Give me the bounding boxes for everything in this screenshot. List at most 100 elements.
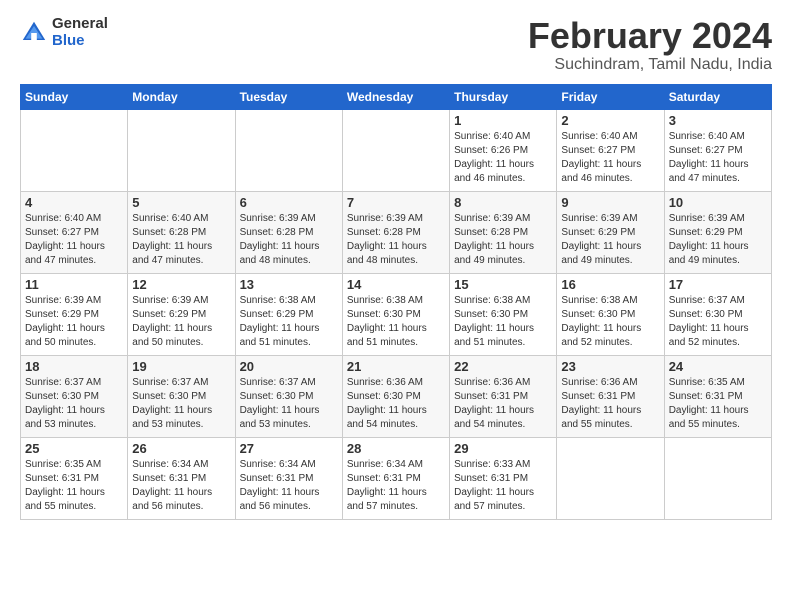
col-saturday: Saturday [664,84,771,109]
day-number: 15 [454,277,552,292]
day-info: Sunrise: 6:37 AM Sunset: 6:30 PM Dayligh… [240,376,338,432]
day-number: 14 [347,277,445,292]
table-row [342,109,449,191]
day-number: 16 [561,277,659,292]
day-number: 25 [25,441,123,456]
day-info: Sunrise: 6:36 AM Sunset: 6:31 PM Dayligh… [561,376,659,432]
table-row: 4 Sunrise: 6:40 AM Sunset: 6:27 PM Daylig… [21,191,128,273]
page: General Blue February 2024 Suchindram, T… [0,0,792,530]
table-row: 10 Sunrise: 6:39 AM Sunset: 6:29 PM Dayli… [664,191,771,273]
day-info: Sunrise: 6:38 AM Sunset: 6:30 PM Dayligh… [454,294,552,350]
day-info: Sunrise: 6:38 AM Sunset: 6:30 PM Dayligh… [561,294,659,350]
logo-icon [20,19,48,47]
table-row [21,109,128,191]
day-number: 13 [240,277,338,292]
logo-text: General Blue [52,16,108,49]
table-row: 12 Sunrise: 6:39 AM Sunset: 6:29 PM Dayli… [128,273,235,355]
day-info: Sunrise: 6:36 AM Sunset: 6:31 PM Dayligh… [454,376,552,432]
calendar-week-2: 11 Sunrise: 6:39 AM Sunset: 6:29 PM Dayli… [21,273,772,355]
day-number: 27 [240,441,338,456]
day-info: Sunrise: 6:40 AM Sunset: 6:27 PM Dayligh… [25,212,123,268]
table-row: 23 Sunrise: 6:36 AM Sunset: 6:31 PM Dayli… [557,355,664,437]
day-number: 8 [454,195,552,210]
day-number: 11 [25,277,123,292]
day-info: Sunrise: 6:37 AM Sunset: 6:30 PM Dayligh… [132,376,230,432]
table-row: 15 Sunrise: 6:38 AM Sunset: 6:30 PM Dayli… [450,273,557,355]
day-number: 9 [561,195,659,210]
table-row [235,109,342,191]
day-info: Sunrise: 6:34 AM Sunset: 6:31 PM Dayligh… [347,458,445,514]
day-info: Sunrise: 6:37 AM Sunset: 6:30 PM Dayligh… [669,294,767,350]
day-number: 12 [132,277,230,292]
header-row: Sunday Monday Tuesday Wednesday Thursday… [21,84,772,109]
col-thursday: Thursday [450,84,557,109]
table-row: 26Sunrise: 6:34 AM Sunset: 6:31 PM Dayli… [128,437,235,519]
table-row: 11Sunrise: 6:39 AM Sunset: 6:29 PM Dayli… [21,273,128,355]
table-row: 20 Sunrise: 6:37 AM Sunset: 6:30 PM Dayli… [235,355,342,437]
day-number: 4 [25,195,123,210]
day-info: Sunrise: 6:37 AM Sunset: 6:30 PM Dayligh… [25,376,123,432]
day-number: 24 [669,359,767,374]
table-row: 27 Sunrise: 6:34 AM Sunset: 6:31 PM Dayli… [235,437,342,519]
day-number: 5 [132,195,230,210]
day-info: Sunrise: 6:38 AM Sunset: 6:30 PM Dayligh… [347,294,445,350]
day-info: Sunrise: 6:40 AM Sunset: 6:26 PM Dayligh… [454,130,552,186]
col-sunday: Sunday [21,84,128,109]
table-row: 7 Sunrise: 6:39 AM Sunset: 6:28 PM Daylig… [342,191,449,273]
logo-general-text: General [52,16,108,33]
location-subtitle: Suchindram, Tamil Nadu, India [528,56,772,74]
day-number: 1 [454,113,552,128]
col-friday: Friday [557,84,664,109]
day-number: 19 [132,359,230,374]
day-info: Sunrise: 6:40 AM Sunset: 6:28 PM Dayligh… [132,212,230,268]
day-info: Sunrise: 6:36 AM Sunset: 6:30 PM Dayligh… [347,376,445,432]
title-block: February 2024 Suchindram, Tamil Nadu, In… [528,16,772,74]
table-row: 19 Sunrise: 6:37 AM Sunset: 6:30 PM Dayli… [128,355,235,437]
table-row: 21 Sunrise: 6:36 AM Sunset: 6:30 PM Dayli… [342,355,449,437]
day-number: 28 [347,441,445,456]
day-number: 7 [347,195,445,210]
day-info: Sunrise: 6:39 AM Sunset: 6:29 PM Dayligh… [132,294,230,350]
table-row: 16 Sunrise: 6:38 AM Sunset: 6:30 PM Dayli… [557,273,664,355]
table-row: 1 Sunrise: 6:40 AM Sunset: 6:26 PM Daylig… [450,109,557,191]
header: General Blue February 2024 Suchindram, T… [20,16,772,74]
col-monday: Monday [128,84,235,109]
table-row: 25Sunrise: 6:35 AM Sunset: 6:31 PM Dayli… [21,437,128,519]
table-row: 8Sunrise: 6:39 AM Sunset: 6:28 PM Daylig… [450,191,557,273]
day-number: 10 [669,195,767,210]
day-number: 2 [561,113,659,128]
day-info: Sunrise: 6:35 AM Sunset: 6:31 PM Dayligh… [669,376,767,432]
day-number: 23 [561,359,659,374]
table-row: 22Sunrise: 6:36 AM Sunset: 6:31 PM Dayli… [450,355,557,437]
day-info: Sunrise: 6:34 AM Sunset: 6:31 PM Dayligh… [132,458,230,514]
calendar-week-1: 4 Sunrise: 6:40 AM Sunset: 6:27 PM Daylig… [21,191,772,273]
table-row [128,109,235,191]
table-row: 6Sunrise: 6:39 AM Sunset: 6:28 PM Daylig… [235,191,342,273]
col-tuesday: Tuesday [235,84,342,109]
day-number: 3 [669,113,767,128]
day-number: 18 [25,359,123,374]
calendar-week-4: 25Sunrise: 6:35 AM Sunset: 6:31 PM Dayli… [21,437,772,519]
day-info: Sunrise: 6:34 AM Sunset: 6:31 PM Dayligh… [240,458,338,514]
day-info: Sunrise: 6:39 AM Sunset: 6:28 PM Dayligh… [240,212,338,268]
day-info: Sunrise: 6:38 AM Sunset: 6:29 PM Dayligh… [240,294,338,350]
table-row: 2 Sunrise: 6:40 AM Sunset: 6:27 PM Daylig… [557,109,664,191]
table-row: 9Sunrise: 6:39 AM Sunset: 6:29 PM Daylig… [557,191,664,273]
table-row: 18 Sunrise: 6:37 AM Sunset: 6:30 PM Dayli… [21,355,128,437]
table-row: 14 Sunrise: 6:38 AM Sunset: 6:30 PM Dayli… [342,273,449,355]
day-number: 20 [240,359,338,374]
calendar-week-0: 1 Sunrise: 6:40 AM Sunset: 6:26 PM Daylig… [21,109,772,191]
logo: General Blue [20,16,108,49]
day-info: Sunrise: 6:39 AM Sunset: 6:28 PM Dayligh… [347,212,445,268]
day-info: Sunrise: 6:40 AM Sunset: 6:27 PM Dayligh… [561,130,659,186]
day-info: Sunrise: 6:40 AM Sunset: 6:27 PM Dayligh… [669,130,767,186]
logo-blue-text: Blue [52,33,108,50]
table-row: 13 Sunrise: 6:38 AM Sunset: 6:29 PM Dayli… [235,273,342,355]
table-row [557,437,664,519]
month-title: February 2024 [528,16,772,56]
table-row: 17Sunrise: 6:37 AM Sunset: 6:30 PM Dayli… [664,273,771,355]
table-row: 24 Sunrise: 6:35 AM Sunset: 6:31 PM Dayli… [664,355,771,437]
calendar-table: Sunday Monday Tuesday Wednesday Thursday… [20,84,772,520]
day-number: 21 [347,359,445,374]
day-info: Sunrise: 6:39 AM Sunset: 6:29 PM Dayligh… [669,212,767,268]
